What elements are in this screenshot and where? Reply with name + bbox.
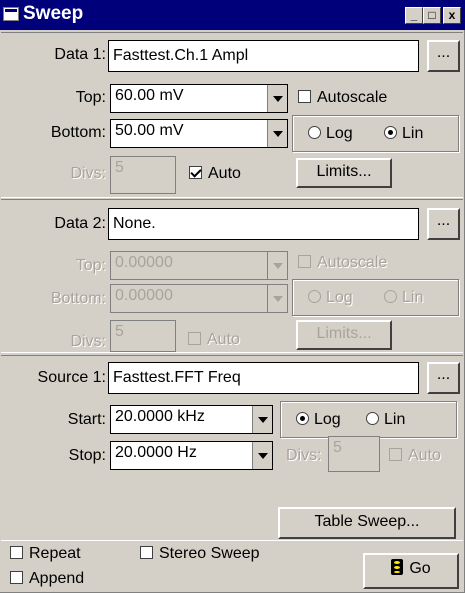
data1-bottom-select[interactable]: 50.00 mV: [110, 119, 288, 148]
checkbox-icon: [188, 332, 201, 345]
data1-label: Data 1:: [54, 46, 106, 63]
data1-divs-input[interactable]: 5: [110, 156, 176, 194]
data2-top-select[interactable]: 0.00000: [110, 251, 288, 280]
source1-input[interactable]: Fasttest.FFT Freq: [108, 362, 419, 394]
source1-start-select[interactable]: 20.0000 kHz: [110, 405, 273, 434]
data1-top-select[interactable]: 60.00 mV: [110, 84, 288, 113]
source1-stop-label: Stop:: [68, 447, 106, 464]
checkbox-icon: [298, 90, 311, 103]
stereo-sweep-checkbox[interactable]: Stereo Sweep: [140, 545, 260, 563]
radio-selected-icon: [384, 126, 397, 139]
data2-autoscale-checkbox[interactable]: Autoscale: [298, 254, 387, 272]
source1-start-value: 20.0000 kHz: [115, 408, 205, 425]
data1-auto-checkbox[interactable]: Auto: [189, 165, 241, 183]
repeat-label: Repeat: [29, 545, 81, 562]
radio-icon: [308, 290, 321, 303]
source1-lin-radio[interactable]: Lin: [366, 411, 405, 429]
data1-divs-label: Divs:: [70, 165, 106, 182]
data2-bottom-select[interactable]: 0.00000: [110, 284, 288, 313]
minimize-button[interactable]: _: [405, 7, 423, 24]
data2-browse-button[interactable]: ...: [427, 208, 460, 240]
checkbox-checked-icon: [189, 166, 202, 179]
title-bar[interactable]: Sweep _ □ x: [0, 0, 465, 30]
dropdown-arrow-icon[interactable]: [267, 252, 287, 279]
go-label: Go: [409, 560, 431, 577]
source1-auto-checkbox[interactable]: Auto: [389, 447, 441, 465]
source1-log-label: Log: [314, 411, 341, 428]
data2-divs-label: Divs:: [70, 333, 106, 350]
checkbox-icon: [140, 546, 153, 559]
data2-top-value: 0.00000: [115, 254, 173, 271]
dropdown-arrow-icon[interactable]: [252, 406, 272, 433]
append-checkbox[interactable]: Append: [10, 570, 84, 588]
data1-auto-label: Auto: [208, 165, 241, 182]
data1-bottom-label: Bottom:: [50, 124, 106, 141]
radio-icon: [308, 126, 321, 139]
stereo-sweep-label: Stereo Sweep: [159, 545, 260, 562]
checkbox-icon: [298, 255, 311, 268]
go-button[interactable]: Go: [363, 553, 459, 589]
dropdown-arrow-icon[interactable]: [267, 85, 287, 112]
source1-stop-select[interactable]: 20.0000 Hz: [110, 441, 273, 470]
source1-divs-label: Divs:: [286, 447, 322, 464]
data2-autoscale-label: Autoscale: [317, 254, 388, 271]
data2-bottom-value: 0.00000: [115, 287, 173, 304]
data2-bottom-label: Bottom:: [50, 290, 106, 307]
sweep-window: Sweep _ □ x Data 1: Fasttest.Ch.1 Ampl .…: [0, 0, 465, 593]
data2-lin-label: Lin: [402, 289, 424, 306]
source1-auto-label: Auto: [408, 447, 441, 464]
maximize-button[interactable]: □: [423, 7, 441, 24]
source1-start-label: Start:: [67, 411, 106, 428]
data1-browse-button[interactable]: ...: [427, 40, 460, 72]
source1-label: Source 1:: [37, 369, 106, 386]
data1-lin-label: Lin: [402, 125, 424, 142]
radio-icon: [384, 290, 397, 303]
data2-log-label: Log: [326, 289, 353, 306]
data1-input[interactable]: Fasttest.Ch.1 Ampl: [108, 40, 419, 72]
data1-top-value: 60.00 mV: [115, 87, 184, 104]
source1-browse-button[interactable]: ...: [427, 362, 460, 394]
data2-input[interactable]: None.: [108, 208, 419, 240]
source1-log-radio[interactable]: Log: [296, 411, 341, 429]
traffic-light-icon: [391, 559, 404, 575]
dropdown-arrow-icon[interactable]: [267, 285, 287, 312]
close-button[interactable]: x: [443, 7, 461, 24]
dropdown-arrow-icon[interactable]: [267, 120, 287, 147]
data1-log-label: Log: [326, 125, 353, 142]
data2-log-radio[interactable]: Log: [308, 289, 353, 307]
data2-top-label: Top:: [75, 257, 106, 274]
radio-selected-icon: [296, 412, 309, 425]
source1-stop-value: 20.0000 Hz: [115, 444, 197, 461]
append-label: Append: [29, 570, 85, 587]
table-sweep-button[interactable]: Table Sweep...: [278, 507, 456, 539]
repeat-checkbox[interactable]: Repeat: [10, 545, 81, 563]
data2-limits-button[interactable]: Limits...: [296, 320, 392, 350]
data2-divs-input[interactable]: 5: [110, 320, 176, 352]
data2-label: Data 2:: [54, 215, 106, 232]
data1-limits-button[interactable]: Limits...: [296, 158, 392, 188]
checkbox-icon: [10, 546, 23, 559]
window-icon: [3, 7, 19, 21]
data1-bottom-value: 50.00 mV: [115, 122, 184, 139]
checkbox-icon: [10, 571, 23, 584]
radio-icon: [366, 412, 379, 425]
data1-top-label: Top:: [75, 89, 106, 106]
data1-log-radio[interactable]: Log: [308, 125, 353, 143]
data2-lin-radio[interactable]: Lin: [384, 289, 423, 307]
source1-divs-input[interactable]: 5: [328, 436, 380, 472]
data1-autoscale-label: Autoscale: [317, 89, 388, 106]
window-title: Sweep: [23, 3, 84, 24]
checkbox-icon: [389, 448, 402, 461]
source1-lin-label: Lin: [384, 411, 406, 428]
data2-auto-label: Auto: [207, 331, 240, 348]
data2-auto-checkbox[interactable]: Auto: [188, 331, 240, 349]
dropdown-arrow-icon[interactable]: [252, 442, 272, 469]
data1-autoscale-checkbox[interactable]: Autoscale: [298, 89, 387, 107]
data1-lin-radio[interactable]: Lin: [384, 125, 423, 143]
